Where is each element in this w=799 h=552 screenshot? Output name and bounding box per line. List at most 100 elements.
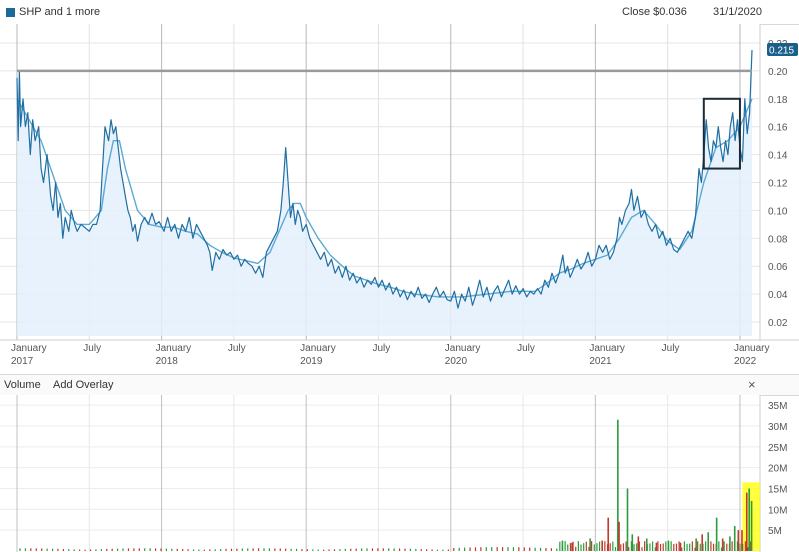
price-tick-label: 0.16	[768, 123, 788, 134]
volume-bar	[236, 548, 238, 551]
volume-bar	[144, 548, 146, 551]
volume-bar	[601, 540, 603, 551]
volume-bar	[165, 548, 168, 551]
volume-bar	[712, 543, 715, 551]
volume-bar	[607, 517, 610, 551]
time-tick-month: July	[662, 343, 680, 354]
volume-bar	[614, 547, 617, 551]
volume-bar	[442, 549, 444, 551]
volume-bar	[699, 543, 701, 551]
volume-bar	[585, 541, 587, 551]
legend-label[interactable]: SHP and 1 more	[19, 0, 100, 24]
price-tick-label: 0.08	[768, 234, 788, 245]
volume-bar	[705, 541, 707, 551]
volume-bar	[263, 548, 265, 551]
volume-bar	[675, 543, 678, 551]
volume-bar	[198, 549, 200, 551]
volume-bar	[622, 543, 625, 551]
volume-bar	[279, 548, 281, 551]
volume-bar	[507, 547, 509, 551]
volume-bar	[729, 536, 731, 551]
volume-bar	[480, 547, 482, 551]
volume-bar	[317, 549, 319, 551]
volume-bar	[371, 548, 374, 551]
volume-bar	[122, 548, 124, 551]
last-price-label: 0.215	[769, 45, 794, 56]
time-tick-month: January	[734, 343, 770, 354]
time-tick-month: January	[445, 343, 481, 354]
volume-bar	[580, 544, 582, 551]
volume-bar	[388, 548, 390, 551]
volume-bar	[644, 541, 646, 551]
price-chart[interactable]: 0.02 0.04 0.06 0.08 0.10 0.12 0.14 0.16 0.18 0.20…	[0, 24, 799, 374]
volume-bar	[35, 548, 37, 551]
volume-bar	[718, 541, 720, 551]
volume-bar	[737, 530, 740, 551]
volume-bar	[154, 548, 157, 551]
volume-bar	[426, 549, 428, 551]
volume-bar	[707, 532, 710, 551]
time-tick-month: July	[517, 343, 535, 354]
volume-bar	[715, 517, 718, 551]
volume-bar	[295, 548, 298, 551]
volume-bar	[733, 526, 736, 551]
close-date: 31/1/2020	[713, 6, 762, 18]
volume-tick-label: 10M	[768, 505, 787, 516]
volume-bar	[609, 543, 611, 551]
price-tick-label: 0.20	[768, 67, 788, 78]
price-tick-label: 0.10	[768, 206, 788, 217]
volume-chart[interactable]: 5M 10M 15M 20M 25M 30M 35M	[0, 395, 799, 552]
volume-bar	[491, 547, 493, 551]
close-icon[interactable]: ×	[748, 375, 756, 395]
volume-bar	[30, 548, 32, 551]
price-tick-label: 0.02	[768, 318, 788, 329]
add-overlay-button[interactable]: Add Overlay	[53, 375, 114, 395]
volume-bar	[665, 541, 667, 551]
volume-tick-label: 5M	[768, 526, 782, 537]
close-price: Close $0.036	[622, 6, 687, 18]
time-tick-year: 2017	[11, 356, 34, 367]
volume-tick-label: 30M	[768, 422, 787, 433]
volume-bar	[589, 538, 591, 551]
volume-bar	[626, 488, 629, 551]
volume-bar	[252, 548, 254, 551]
volume-bar	[117, 548, 119, 551]
volume-bar	[160, 548, 162, 551]
volume-bar	[19, 548, 21, 551]
volume-bar	[683, 541, 686, 551]
volume-bar	[612, 541, 614, 551]
volume-bar	[431, 549, 433, 551]
volume-bar	[550, 548, 552, 551]
volume-bar	[241, 548, 243, 551]
volume-bar	[691, 541, 693, 551]
volume-bar	[209, 549, 211, 551]
price-axis: 0.02 0.04 0.06 0.08 0.10 0.12 0.14 0.16 0.18 0.20…	[767, 39, 798, 329]
time-tick-year: 2018	[156, 356, 179, 367]
volume-bar	[545, 548, 547, 551]
volume-bar	[220, 549, 222, 551]
volume-bar	[649, 543, 651, 551]
time-tick-year: 2021	[589, 356, 612, 367]
volume-bar	[41, 548, 43, 551]
volume-bar	[187, 549, 189, 551]
volume-bar	[230, 548, 233, 551]
volume-bar	[301, 549, 303, 551]
volume-bar	[46, 548, 48, 551]
volume-bar	[645, 538, 648, 551]
volume-bar	[604, 541, 606, 551]
volume-bar	[561, 540, 564, 551]
volume-bar	[512, 547, 515, 551]
volume-bar	[485, 547, 487, 551]
volume-bar	[192, 549, 195, 551]
volume-bar	[750, 501, 753, 551]
volume-bar	[583, 543, 585, 551]
volume-bar	[111, 548, 113, 551]
time-tick-month: January	[11, 343, 47, 354]
volume-bar	[415, 548, 417, 551]
volume-bar	[89, 549, 92, 551]
time-tick-month: July	[83, 343, 101, 354]
volume-bar	[68, 549, 70, 551]
volume-bar	[214, 549, 216, 551]
volume-bar	[726, 543, 728, 551]
volume-bar	[591, 541, 593, 551]
